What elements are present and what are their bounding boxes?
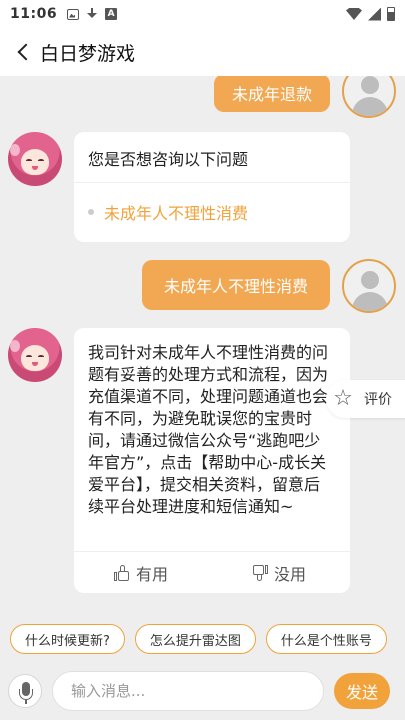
user-avatar-icon bbox=[342, 259, 396, 313]
star-icon: ☆ bbox=[333, 386, 353, 411]
chat-area[interactable]: 未成年退款 您是否想咨询以下问题 未成年人不理性消费 未成年人不理性消费 我司针… bbox=[0, 76, 405, 616]
bot-avatar-icon bbox=[8, 132, 62, 186]
message-input[interactable] bbox=[52, 671, 324, 711]
quick-question-chip[interactable]: 怎么提升雷达图 bbox=[134, 624, 256, 654]
user-avatar-icon bbox=[342, 76, 396, 118]
quick-question-bar[interactable]: 什么时候更新? 怎么提升雷达图 什么是个性账号 bbox=[0, 616, 405, 662]
menu-option-label: 未成年人不理性消费 bbox=[104, 204, 249, 223]
quick-question-chip[interactable]: 什么时候更新? bbox=[10, 624, 125, 654]
bot-reply-text: 我司针对未成年人不理性消费的问题有妥善的处理方式和流程，因为充值渠道不同，处理问… bbox=[88, 343, 329, 516]
send-button[interactable]: 发送 bbox=[334, 673, 390, 709]
divider bbox=[74, 182, 350, 183]
battery-icon bbox=[387, 7, 395, 21]
thumbs-up-icon bbox=[114, 564, 130, 581]
wifi-icon bbox=[346, 8, 362, 20]
page-title: 白日梦游戏 bbox=[40, 42, 136, 65]
menu-option[interactable]: 未成年人不理性消费 bbox=[88, 200, 248, 224]
app-notification-icon: A bbox=[105, 8, 118, 20]
download-notification-icon bbox=[86, 7, 98, 21]
top-bar: 白日梦游戏 bbox=[0, 28, 405, 76]
bot-avatar-icon bbox=[8, 328, 62, 382]
rate-button[interactable]: ☆ 评价 bbox=[326, 380, 405, 418]
back-arrow-icon[interactable] bbox=[14, 41, 32, 63]
rate-label: 评价 bbox=[364, 392, 392, 408]
image-notification-icon bbox=[67, 8, 80, 20]
user-message-bubble: 未成年退款 bbox=[214, 76, 330, 112]
signal-icon bbox=[368, 7, 381, 21]
user-message-bubble: 未成年人不理性消费 bbox=[142, 260, 330, 310]
status-time: 11:06 bbox=[10, 6, 58, 22]
bot-menu-bubble: 您是否想咨询以下问题 未成年人不理性消费 bbox=[74, 132, 350, 242]
useless-button[interactable]: 没用 bbox=[252, 552, 306, 593]
menu-question: 您是否想咨询以下问题 bbox=[88, 150, 249, 169]
useful-button[interactable]: 有用 bbox=[114, 552, 168, 593]
thumbs-down-icon bbox=[252, 564, 268, 581]
status-bar: 11:06 A bbox=[0, 0, 405, 28]
input-bar: 发送 bbox=[0, 662, 405, 720]
bot-reply-bubble: 我司针对未成年人不理性消费的问题有妥善的处理方式和流程，因为充值渠道不同，处理问… bbox=[74, 328, 350, 593]
bullet-icon bbox=[88, 209, 94, 215]
status-notification-icons: A bbox=[67, 7, 118, 21]
useful-label: 有用 bbox=[136, 564, 169, 584]
user-message-text: 未成年退款 bbox=[231, 85, 312, 104]
status-system-icons bbox=[346, 7, 395, 21]
quick-question-chip[interactable]: 什么是个性账号 bbox=[265, 624, 387, 654]
user-message-text: 未成年人不理性消费 bbox=[163, 277, 308, 296]
useless-label: 没用 bbox=[274, 564, 307, 584]
microphone-icon[interactable] bbox=[8, 674, 42, 708]
